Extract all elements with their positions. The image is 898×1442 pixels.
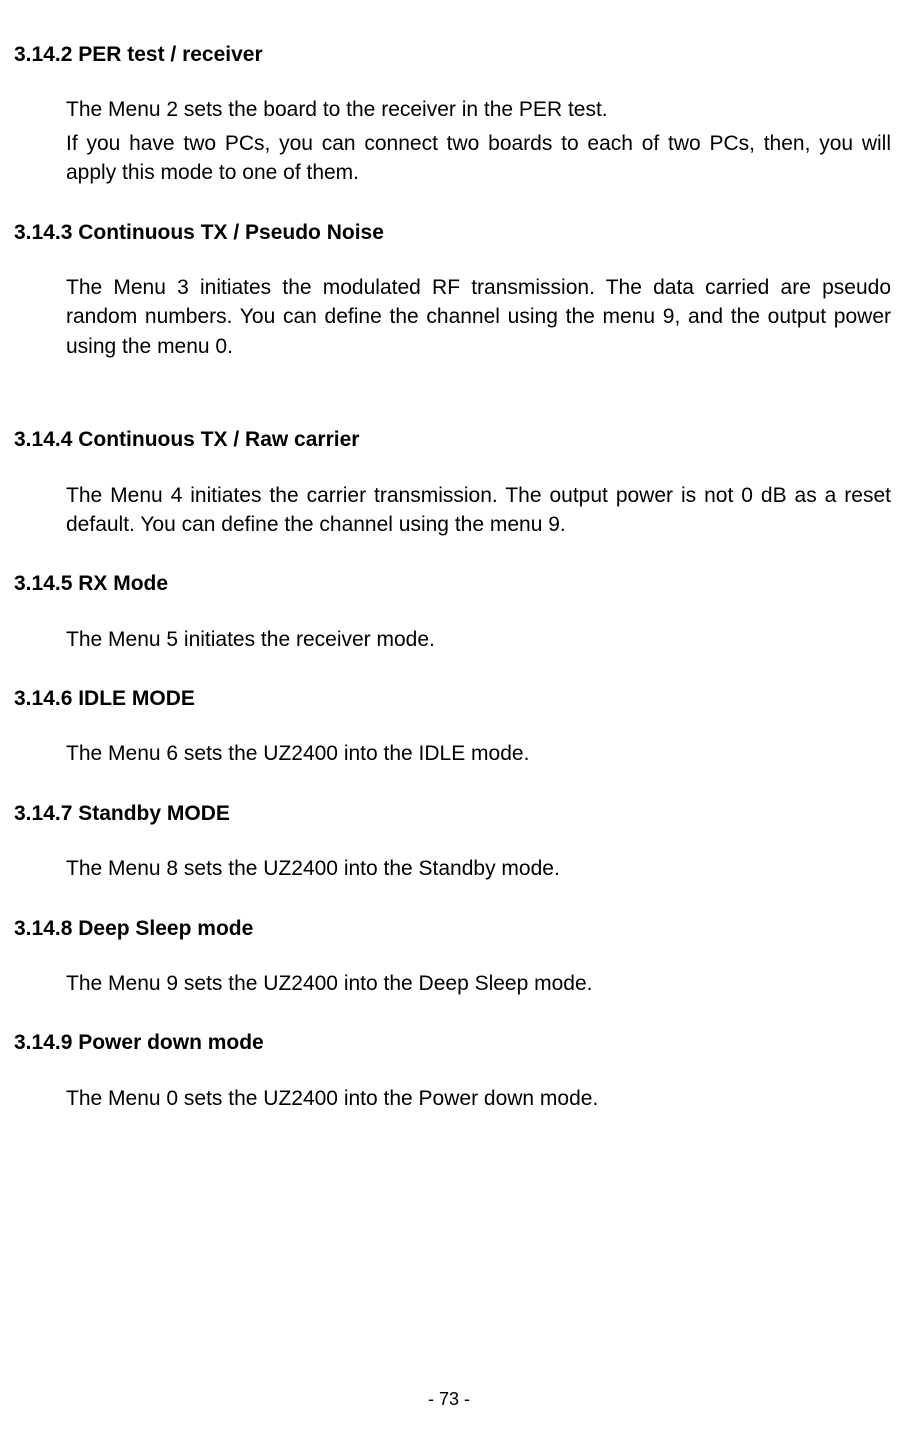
page-number: - 73 -: [0, 1387, 898, 1412]
body-paragraph: The Menu 2 sets the board to the receive…: [66, 95, 891, 124]
section-heading: 3.14.5 RX Mode: [14, 569, 891, 598]
body-paragraph: The Menu 0 sets the UZ2400 into the Powe…: [66, 1084, 891, 1113]
body-paragraph: The Menu 4 initiates the carrier transmi…: [66, 481, 891, 540]
section-heading: 3.14.8 Deep Sleep mode: [14, 914, 891, 943]
body-paragraph: The Menu 3 initiates the modulated RF tr…: [66, 273, 891, 361]
body-paragraph: The Menu 9 sets the UZ2400 into the Deep…: [66, 969, 891, 998]
section-heading: 3.14.3 Continuous TX / Pseudo Noise: [14, 218, 891, 247]
spacer: [14, 365, 891, 395]
section-heading: 3.14.4 Continuous TX / Raw carrier: [14, 425, 891, 454]
body-paragraph: The Menu 6 sets the UZ2400 into the IDLE…: [66, 739, 891, 768]
section-heading: 3.14.2 PER test / receiver: [14, 40, 891, 69]
section-heading: 3.14.7 Standby MODE: [14, 799, 891, 828]
section-heading: 3.14.6 IDLE MODE: [14, 684, 891, 713]
body-paragraph: The Menu 8 sets the UZ2400 into the Stan…: [66, 854, 891, 883]
body-paragraph: If you have two PCs, you can connect two…: [66, 129, 891, 188]
section-heading: 3.14.9 Power down mode: [14, 1028, 891, 1057]
body-paragraph: The Menu 5 initiates the receiver mode.: [66, 625, 891, 654]
